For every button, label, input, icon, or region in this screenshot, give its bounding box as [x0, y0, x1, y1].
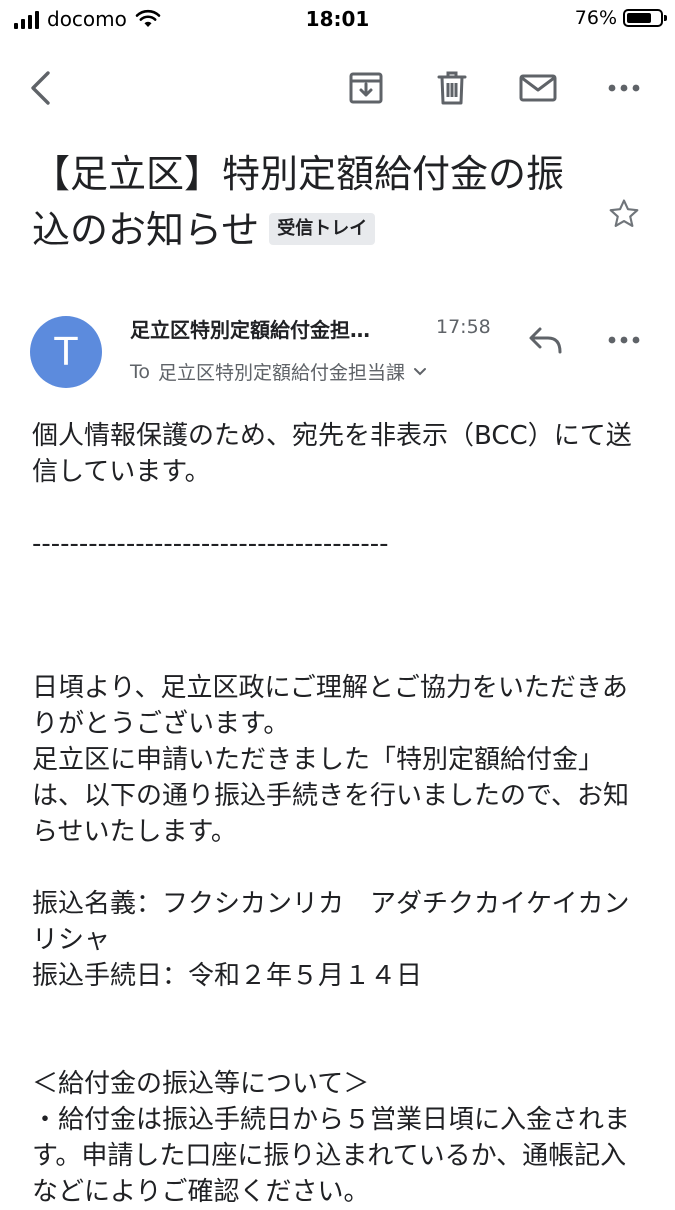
body-paragraph-greeting: 日頃より、足立区政にご理解とご協力をいただきありがとうございます。 足立区に申請…: [32, 673, 629, 847]
to-prefix: To: [130, 360, 151, 383]
star-button[interactable]: [604, 194, 644, 234]
status-time: 18:01: [305, 7, 370, 31]
battery-percent: 76%: [574, 7, 617, 29]
more-icon: [608, 84, 640, 92]
more-icon: [608, 336, 640, 344]
back-button[interactable]: [16, 60, 64, 116]
archive-button[interactable]: [342, 60, 390, 116]
more-button[interactable]: [600, 60, 648, 116]
avatar[interactable]: T: [30, 316, 102, 388]
delete-button[interactable]: [428, 60, 476, 116]
mark-unread-button[interactable]: [514, 60, 562, 116]
reply-icon: [529, 327, 562, 354]
status-right: 76%: [574, 7, 667, 29]
chevron-down-icon: [414, 367, 427, 375]
battery-fill: [627, 13, 651, 23]
recipient-details-toggle[interactable]: To 足立区特別定額給付金担当課: [130, 358, 427, 385]
mark-unread-icon: [519, 74, 557, 102]
body-paragraph-transfer: 振込名義：フクシカンリカ アダチクカイケイカンリシャ 振込手続日：令和２年５月１…: [32, 889, 630, 991]
archive-icon: [349, 72, 383, 104]
battery-icon: [623, 9, 667, 27]
body-paragraph-bcc: 個人情報保護のため、宛先を非表示（BCC）にて送信しています。: [32, 421, 632, 487]
back-arrow-icon: [31, 71, 50, 105]
sender-name: 足立区特別定額給付金担…: [130, 318, 370, 342]
recipient-name: 足立区特別定額給付金担当課: [158, 362, 406, 384]
message-more-button[interactable]: [600, 318, 648, 362]
inbox-label[interactable]: 受信トレイ: [269, 212, 376, 245]
status-bar: docomo 18:01 76%: [0, 0, 675, 40]
email-subject: 【足立区】特別定額給付金の振込のお知らせ 受信トレイ: [32, 146, 592, 258]
email-toolbar: [0, 60, 675, 116]
star-icon: [609, 199, 639, 227]
body-paragraph-notes: ＜給付金の振込等について＞ ・給付金は振込手続日から５営業日頃に入金されます。申…: [32, 1069, 631, 1207]
delete-icon: [437, 71, 467, 105]
reply-button[interactable]: [520, 318, 572, 362]
email-body: 個人情報保護のため、宛先を非表示（BCC）にて送信しています。 --------…: [32, 418, 642, 1210]
body-separator: --------------------------------------: [32, 529, 389, 559]
sent-time: 17:58: [436, 316, 491, 338]
